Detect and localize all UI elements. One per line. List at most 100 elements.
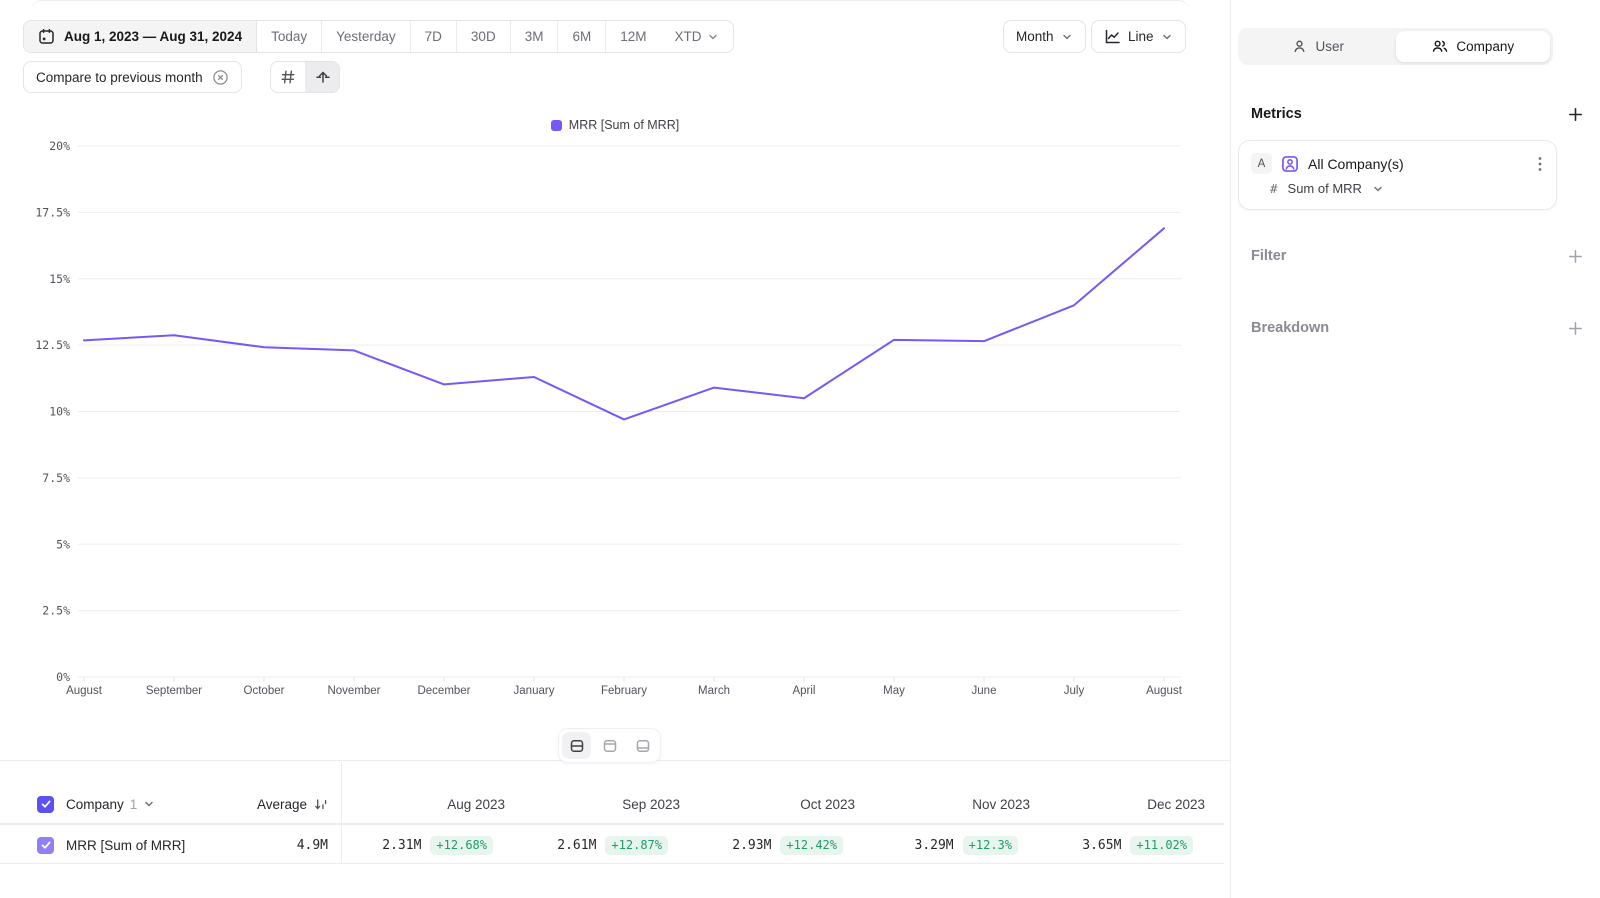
x-axis-tick-label: October [244,685,285,697]
cumulative-toggle-button[interactable] [305,62,339,92]
cell-value: 3.65M [1082,838,1121,853]
x-axis-tick-label: September [146,685,202,697]
preset-xtd-button[interactable]: XTD [660,21,733,52]
mrr-series-line [84,228,1164,419]
aggregation-selector[interactable]: # Sum of MRR [1251,181,1544,196]
x-axis-tick-label: January [514,685,555,697]
average-value: 4.9M [297,838,328,853]
date-range-label: Aug 1, 2023 — Aug 31, 2024 [64,29,242,44]
add-breakdown-button[interactable] [1567,320,1584,337]
legend-label: MRR [Sum of MRR] [569,118,679,132]
month-column-header: Nov 2023 [855,784,1030,824]
table-row: MRR [Sum of MRR] 4.9M 2.31M+12.68%2.61M+… [0,824,1224,864]
compare-chip-label: Compare to previous month [36,70,203,85]
circle-x-icon[interactable] [212,69,229,86]
select-all-checkbox[interactable] [37,796,54,813]
metrics-section-title: Metrics [1251,106,1302,122]
y-axis-tick-label: 2.5% [42,604,70,618]
preset-xtd-label: XTD [674,29,701,44]
filter-section-title: Filter [1251,248,1286,264]
user-icon [1292,39,1307,54]
preset-6m-button[interactable]: 6M [558,21,606,52]
preset-12m-button[interactable]: 12M [606,21,660,52]
y-axis-tick-label: 20% [49,140,70,153]
chart-type-label: Line [1128,29,1154,44]
x-axis-tick-label: April [792,685,815,697]
x-axis-tick-label: June [972,685,997,697]
month-column-header: Dec 2023 [1030,784,1205,824]
mrr-line-chart: 0%2.5%5%7.5%10%12.5%15%17.5%20%AugustSep… [0,140,1230,730]
growth-badge: +11.02% [1130,836,1193,855]
calendar-icon [38,28,55,45]
tab-user-label: User [1315,39,1344,54]
card-top-edge [30,0,1190,12]
y-axis-tick-label: 15% [49,272,70,286]
month-cell: 3.65M +11.02% [1030,825,1205,865]
x-axis-tick-label: November [327,685,380,697]
group-label: Company [66,797,124,812]
compare-chip[interactable]: Compare to previous month [23,61,242,93]
layout-toggle-group [558,728,661,763]
layout-split-horizontal-button[interactable] [562,732,591,759]
add-filter-button[interactable] [1567,248,1584,265]
y-axis-tick-label: 7.5% [42,471,70,485]
layout-panel-bottom-button[interactable] [628,732,657,759]
month-column-header: Sep 2023 [505,784,680,824]
chart-legend: MRR [Sum of MRR] [0,118,1230,132]
growth-badge: +12.3% [963,836,1018,855]
x-axis-tick-label: December [417,685,470,697]
x-axis-tick-label: March [698,685,730,697]
chart-option-toggles [270,61,340,93]
metric-index-badge: A [1251,153,1272,174]
growth-badge: +12.42% [780,836,843,855]
growth-badge: +12.87% [605,836,668,855]
date-range-button[interactable]: Aug 1, 2023 — Aug 31, 2024 [24,21,257,52]
add-metric-button[interactable] [1567,106,1584,123]
month-cell: 2.61M +12.87% [505,825,680,865]
x-axis-tick-label: May [883,685,905,697]
row-checkbox[interactable] [37,837,54,854]
x-axis-tick-label: August [66,685,103,697]
tab-company[interactable]: Company [1396,31,1551,62]
chart-type-button[interactable]: Line [1091,20,1186,53]
chevron-down-icon [1161,31,1173,43]
y-axis-tick-label: 5% [56,537,70,551]
metric-card[interactable]: A All Company(s) # Sum of MRR [1238,140,1557,210]
preset-yesterday-button[interactable]: Yesterday [322,21,411,52]
y-axis-tick-label: 0% [56,670,70,684]
chevron-down-icon [1061,31,1073,43]
kebab-menu-icon[interactable] [1536,154,1544,174]
preset-7d-button[interactable]: 7D [411,21,457,52]
group-by-selector[interactable]: Company 1 [66,797,155,812]
grid-toggle-button[interactable] [271,62,305,92]
table-header: Company 1 Average Aug 2023Sep 2023Oct 20… [0,784,1224,824]
month-column-header: Aug 2023 [330,784,505,824]
entity-segmented-control: User Company [1238,28,1553,65]
metric-name: All Company(s) [1308,156,1404,172]
legend-swatch [551,120,562,131]
average-column-header: Average [257,797,307,812]
date-range-group: Aug 1, 2023 — Aug 31, 2024 TodayYesterda… [23,20,734,53]
cell-value: 3.29M [915,838,954,853]
y-axis-tick-label: 10% [49,405,70,419]
granularity-label: Month [1016,29,1054,44]
cell-value: 2.61M [557,838,596,853]
tab-user[interactable]: User [1241,31,1396,62]
main-panel: Aug 1, 2023 — Aug 31, 2024 TodayYesterda… [0,0,1230,898]
preset-3m-button[interactable]: 3M [511,21,559,52]
line-chart-icon [1104,28,1121,45]
preset-today-button[interactable]: Today [257,21,322,52]
y-axis-tick-label: 12.5% [35,338,70,352]
config-sidebar: User Company Metrics A All Company(s) # [1230,0,1600,898]
layout-panel-top-button[interactable] [595,732,624,759]
month-cell: 3.29M +12.3% [855,825,1030,865]
x-axis-tick-label: February [601,685,647,697]
aggregation-label: Sum of MRR [1288,181,1362,196]
number-type-icon: # [1270,181,1278,196]
preset-30d-button[interactable]: 30D [457,21,511,52]
month-cell: 2.93M +12.42% [680,825,855,865]
granularity-button[interactable]: Month [1003,20,1086,53]
sort-icon[interactable] [313,797,328,812]
cell-value: 2.93M [732,838,771,853]
company-contact-icon [1281,155,1299,173]
